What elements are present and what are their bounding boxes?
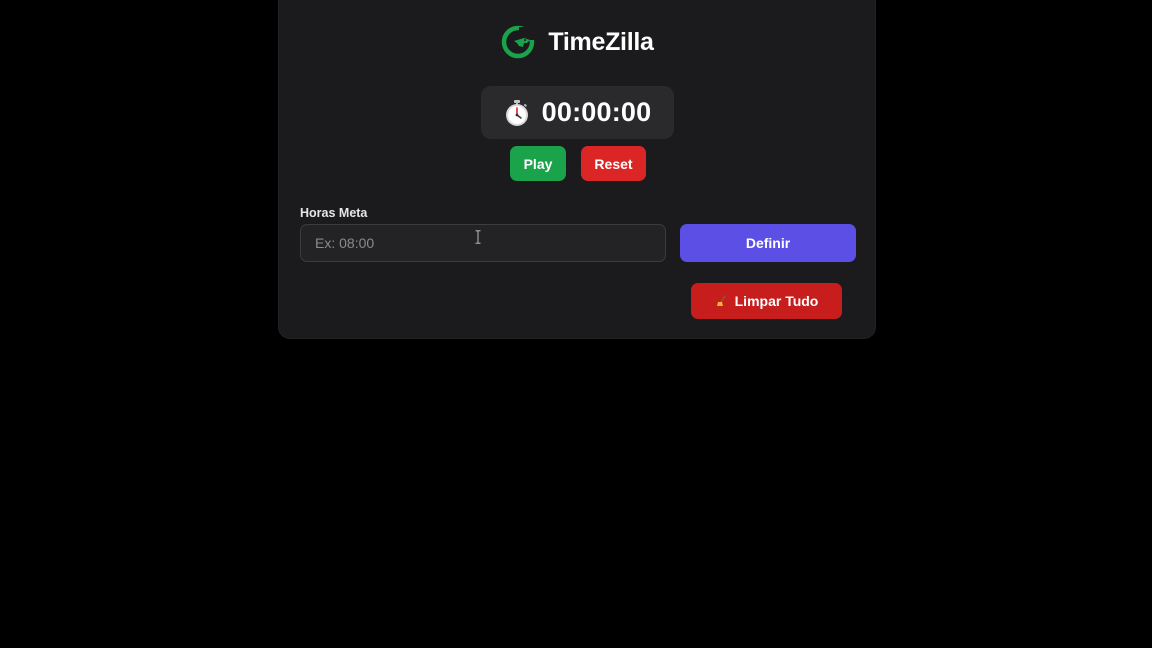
goal-hours-input[interactable] [300, 224, 666, 262]
clear-all-label: Limpar Tudo [734, 293, 819, 309]
goal-hours-label: Horas Meta [300, 206, 368, 220]
timer-display: 00:00:00 [481, 86, 674, 139]
brand-header: TimeZilla [279, 24, 875, 60]
dinosaur-logo-icon [500, 24, 536, 60]
play-button[interactable]: Play [510, 146, 566, 181]
app-title: TimeZilla [548, 27, 654, 56]
reset-button[interactable]: Reset [581, 146, 646, 181]
broom-icon [715, 295, 727, 307]
define-goal-button[interactable]: Definir [680, 224, 856, 262]
timer-card: TimeZilla 00:00:00 Play Reset Horas Meta… [278, 0, 876, 339]
clear-all-button[interactable]: Limpar Tudo [691, 283, 842, 319]
timer-value: 00:00:00 [541, 97, 652, 127]
stopwatch-icon [504, 99, 530, 127]
